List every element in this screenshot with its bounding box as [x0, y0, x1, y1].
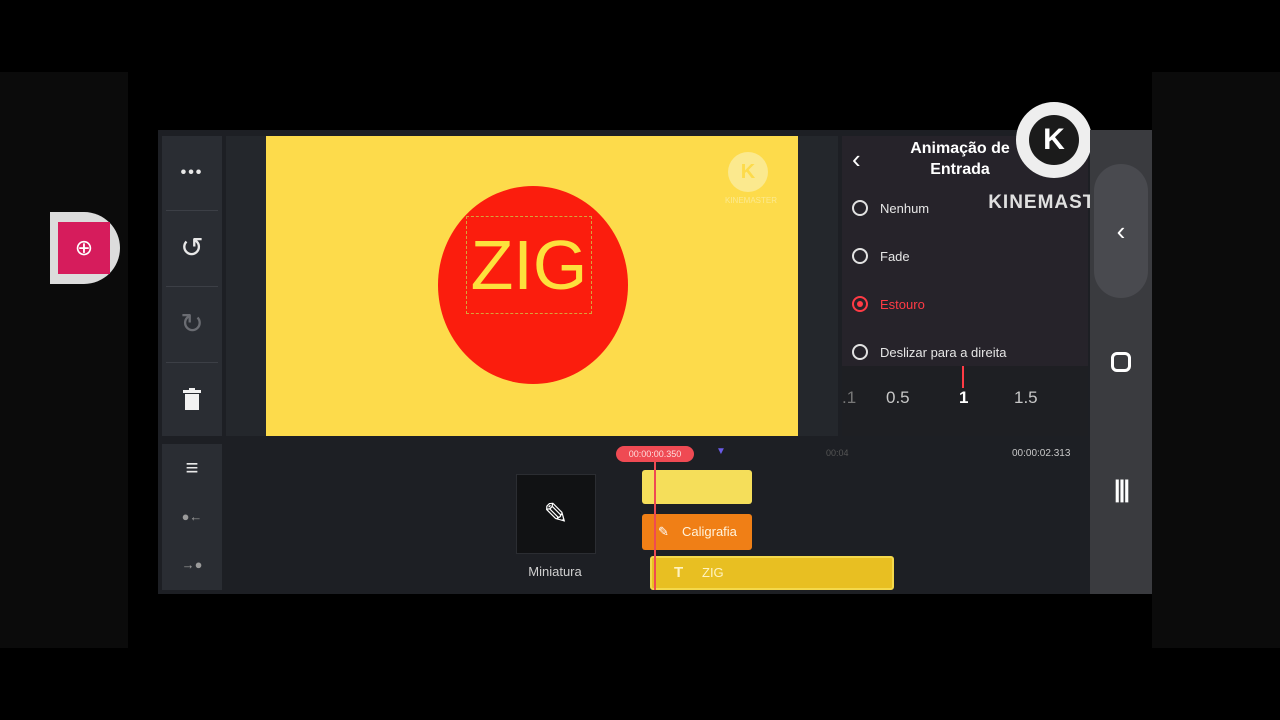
- timeline-toolbar: ≡ ●← →●: [162, 444, 222, 590]
- dial-value-current: 1: [959, 388, 969, 407]
- redo-button[interactable]: ↻: [162, 286, 222, 360]
- animation-panel: ‹ Animação de Entrada Nenhum Fade Estour…: [842, 136, 1088, 436]
- nav-back-icon[interactable]: ‹: [1090, 216, 1152, 247]
- dial-value: 1.5: [1014, 388, 1038, 407]
- dial-value: 0.5: [886, 388, 910, 407]
- kinemaster-logo-icon: K: [1016, 102, 1092, 178]
- watermark-text: KINEMASTER: [724, 196, 777, 205]
- back-chevron-icon[interactable]: ‹: [852, 144, 861, 175]
- timeline: 00:00:00.350 ▼ 00:04 00:00:02.313 ✎ Mini…: [226, 442, 1088, 592]
- split-button[interactable]: ≡: [162, 444, 222, 492]
- nav-recent-icon[interactable]: |||: [1090, 476, 1152, 504]
- zoom-overlay: ⊕: [50, 212, 120, 284]
- nav-home-icon[interactable]: [1111, 352, 1131, 372]
- radio-icon: [852, 248, 868, 264]
- pencil-icon: ✎: [543, 497, 569, 531]
- option-fade[interactable]: Fade: [852, 244, 910, 268]
- preview-canvas[interactable]: ZIG K KINEMASTER: [266, 136, 798, 436]
- timeline-clip-image[interactable]: [642, 470, 752, 504]
- left-toolbar: ••• ↺ ↻: [162, 136, 222, 436]
- dial-needle: [962, 366, 964, 388]
- delete-button[interactable]: [162, 362, 222, 436]
- option-estouro[interactable]: Estouro: [852, 292, 925, 316]
- option-label: Nenhum: [880, 200, 930, 216]
- time-tick: 00:04: [826, 448, 849, 458]
- timeline-clip-caligrafia[interactable]: ✎ Caligrafia: [642, 514, 752, 550]
- current-time-badge: 00:00:00.350: [616, 446, 694, 462]
- option-deslizar[interactable]: Deslizar para a direita: [852, 340, 1006, 364]
- option-nenhum[interactable]: Nenhum: [852, 196, 929, 220]
- trim-right-button[interactable]: →●: [162, 540, 222, 588]
- undo-button[interactable]: ↺: [162, 210, 222, 284]
- clip-label: ZIG: [702, 565, 724, 580]
- right-shade: [1152, 72, 1280, 648]
- trim-left-button[interactable]: ●←: [162, 492, 222, 540]
- radio-icon: [852, 200, 868, 216]
- preview-text-layer[interactable]: ZIG: [466, 216, 592, 314]
- text-layer-icon: T: [674, 564, 684, 581]
- timeline-clip-text[interactable]: T ZIG: [650, 556, 894, 590]
- option-label: Fade: [880, 248, 910, 264]
- dial-value: .1: [842, 388, 857, 407]
- trash-icon: [183, 388, 201, 410]
- duration-dial[interactable]: .1 0.5 1 1.5: [842, 366, 1088, 436]
- watermark-logo-icon: K: [728, 152, 768, 192]
- clip-label: Caligrafia: [682, 524, 737, 539]
- option-label: Deslizar para a direita: [880, 344, 1007, 360]
- more-button[interactable]: •••: [162, 136, 222, 210]
- system-nav-bar: ‹ |||: [1090, 130, 1152, 594]
- playhead[interactable]: [654, 462, 656, 590]
- total-time: 00:00:02.313: [1012, 448, 1071, 459]
- marker-icon: ▼: [716, 446, 726, 457]
- panel-title: Animação de Entrada: [910, 140, 1010, 178]
- zoom-in-icon[interactable]: ⊕: [58, 222, 110, 274]
- pen-icon: ✎: [658, 524, 669, 539]
- radio-icon: [852, 344, 868, 360]
- option-label: Estouro: [880, 296, 925, 312]
- thumbnail-button[interactable]: ✎: [516, 474, 596, 554]
- left-shade: [0, 72, 128, 648]
- thumbnail-label: Miniatura: [528, 564, 582, 579]
- radio-selected-icon: [852, 296, 868, 312]
- kinemaster-logo-k: K: [1029, 115, 1079, 165]
